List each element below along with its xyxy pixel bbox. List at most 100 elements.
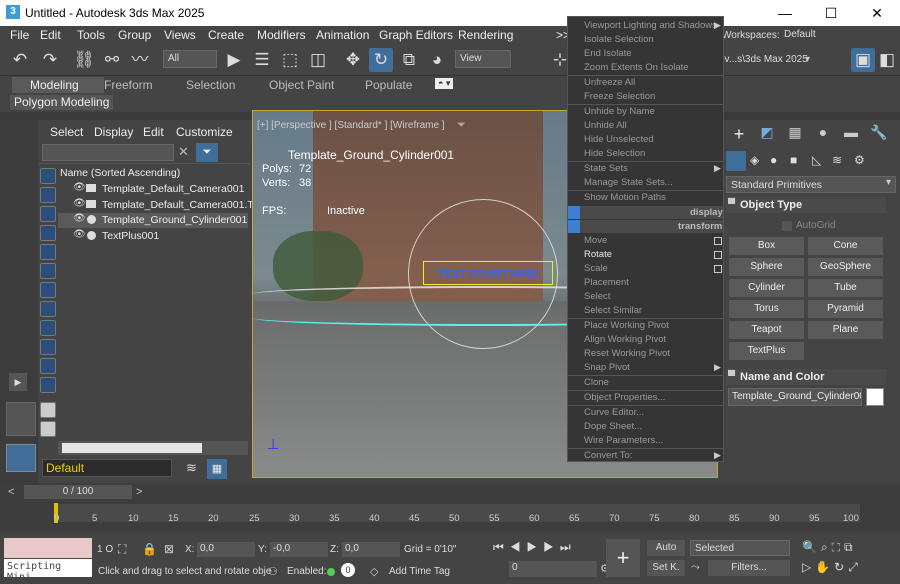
- layer-explorer-icon[interactable]: ▦: [207, 459, 227, 479]
- quad-item[interactable]: Clone: [584, 377, 609, 388]
- filter-xrefs-icon[interactable]: [40, 301, 56, 317]
- quad-item[interactable]: Show Motion Paths: [584, 192, 666, 203]
- quad-item[interactable]: Unfreeze All: [584, 77, 635, 88]
- menu-graph-editors[interactable]: Graph Editors: [379, 28, 453, 42]
- cameras-category-icon[interactable]: ■: [790, 153, 797, 167]
- ribbon-options-icon[interactable]: ◓ ▾: [435, 78, 454, 89]
- plane-button[interactable]: Plane: [808, 321, 883, 339]
- window-crossing-icon[interactable]: ◫: [306, 48, 330, 72]
- explorer-menu-customize[interactable]: Customize: [176, 125, 233, 139]
- quad-item[interactable]: Unhide All: [584, 120, 627, 131]
- filter-geometry-icon[interactable]: [40, 168, 56, 184]
- quad-item[interactable]: Placement: [584, 277, 629, 288]
- spacewarps-category-icon[interactable]: ≋: [832, 153, 842, 167]
- tag-icon[interactable]: ◇: [370, 565, 378, 578]
- add-time-tag[interactable]: Add Time Tag: [389, 566, 450, 577]
- isolate-icon[interactable]: ⛶: [118, 542, 126, 557]
- quad-item[interactable]: Convert To:: [584, 450, 632, 461]
- filters-button[interactable]: Filters...: [708, 560, 790, 576]
- time-prev-icon[interactable]: <: [8, 486, 14, 498]
- settings-box-icon[interactable]: [714, 251, 722, 259]
- scrollbar-thumb[interactable]: [62, 443, 202, 453]
- quad-item[interactable]: Move: [584, 235, 607, 246]
- maxscript-listener[interactable]: [4, 538, 92, 558]
- selection-filter-dropdown[interactable]: All: [163, 50, 217, 68]
- tab-object-paint[interactable]: Object Paint: [269, 78, 334, 92]
- quad-item[interactable]: Snap Pivot: [584, 362, 630, 373]
- quad-item[interactable]: Curve Editor...: [584, 407, 644, 418]
- x-field[interactable]: 0,0: [197, 542, 255, 557]
- quad-item[interactable]: Manage State Sets...: [584, 177, 673, 188]
- menu-edit[interactable]: Edit: [40, 28, 61, 42]
- reference-coord-dropdown[interactable]: View: [455, 50, 511, 68]
- settings-box-icon[interactable]: [714, 237, 722, 245]
- select-object-icon[interactable]: ▶: [222, 48, 246, 72]
- visibility-eye-icon[interactable]: 👁: [73, 182, 86, 193]
- helpers-category-icon[interactable]: ◺: [812, 153, 821, 167]
- quad-item[interactable]: Isolate Selection: [584, 34, 654, 45]
- menu-animation[interactable]: Animation: [316, 28, 369, 42]
- textplus-button[interactable]: TextPlus: [729, 342, 804, 360]
- quad-item[interactable]: Align Working Pivot: [584, 334, 666, 345]
- polygon-modeling-tab[interactable]: Polygon Modeling: [10, 95, 114, 110]
- menu-views[interactable]: Views: [164, 28, 196, 42]
- bind-space-warp-icon[interactable]: 〰: [128, 48, 152, 72]
- workspaces-dropdown[interactable]: Default: [780, 27, 892, 45]
- unlink-icon[interactable]: ⚯: [100, 48, 124, 72]
- quad-item[interactable]: Wire Parameters...: [584, 435, 663, 446]
- auto-key-button[interactable]: Auto: [647, 540, 685, 556]
- chevron-down-icon[interactable]: ▾: [805, 54, 810, 65]
- quad-item[interactable]: State Sets: [584, 163, 628, 174]
- visibility-eye-icon[interactable]: 👁: [73, 229, 86, 240]
- pyramid-button[interactable]: Pyramid: [808, 300, 883, 318]
- explorer-search-input[interactable]: [42, 144, 174, 161]
- rotate-icon[interactable]: ↻: [369, 48, 393, 72]
- rect-selection-icon[interactable]: ⬚: [278, 48, 302, 72]
- set-key-button[interactable]: Set K.: [647, 560, 685, 576]
- menu-rendering[interactable]: Rendering: [458, 28, 513, 42]
- filter-none-icon[interactable]: [40, 421, 56, 437]
- filter-spacewarps-icon[interactable]: [40, 263, 56, 279]
- panel-toggle-icon[interactable]: ◧: [875, 48, 899, 72]
- quad-item[interactable]: Unhide by Name: [584, 106, 655, 117]
- menu-group[interactable]: Group: [118, 28, 151, 42]
- adaptive-degradation-icon[interactable]: ⚇: [268, 565, 278, 578]
- quad-item[interactable]: Reset Working Pivot: [584, 348, 670, 359]
- quad-item[interactable]: Hide Unselected: [584, 134, 654, 145]
- systems-category-icon[interactable]: ⚙: [854, 153, 865, 167]
- playback-controls-icon[interactable]: ⏮◀▶▶⏭: [493, 540, 577, 555]
- object-name-field[interactable]: Template_Ground_Cylinder001: [728, 388, 862, 406]
- torus-button[interactable]: Torus: [729, 300, 804, 318]
- motion-tab-icon[interactable]: ●: [812, 124, 834, 146]
- filter-hidden-icon[interactable]: [40, 377, 56, 393]
- quad-item-active[interactable]: Rotate: [584, 249, 612, 260]
- box-button[interactable]: Box: [729, 237, 804, 255]
- quad-item[interactable]: Zoom Extents On Isolate: [584, 62, 689, 73]
- rollout-toggle-icon[interactable]: ▀: [728, 199, 735, 210]
- lights-category-icon[interactable]: ●: [770, 153, 777, 167]
- tab-populate[interactable]: Populate: [365, 78, 412, 92]
- filter-groups-icon[interactable]: [40, 282, 56, 298]
- menu-create[interactable]: Create: [208, 28, 244, 42]
- maximize-button[interactable]: ☐: [808, 0, 854, 26]
- scripting-mini[interactable]: Scripting Mini: [4, 559, 92, 583]
- quad-item[interactable]: Select Similar: [584, 305, 642, 316]
- z-field[interactable]: 0,0: [342, 542, 400, 557]
- quad-item[interactable]: Object Properties...: [584, 392, 665, 403]
- quad-item[interactable]: Place Working Pivot: [584, 320, 669, 331]
- viewport-layout-icon[interactable]: [6, 402, 36, 436]
- menu-modifiers[interactable]: Modifiers: [257, 28, 306, 42]
- geosphere-button[interactable]: GeoSphere: [808, 258, 883, 276]
- explorer-menu-edit[interactable]: Edit: [143, 125, 164, 139]
- explorer-menu-select[interactable]: Select: [50, 125, 83, 139]
- primitives-dropdown[interactable]: Standard Primitives: [726, 176, 896, 193]
- filter-frozen-icon[interactable]: [40, 358, 56, 374]
- sphere-button[interactable]: Sphere: [729, 258, 804, 276]
- clear-search-icon[interactable]: ✕: [178, 144, 192, 161]
- cylinder-button[interactable]: Cylinder: [729, 279, 804, 297]
- menu-tools[interactable]: Tools: [77, 28, 105, 42]
- redo-icon[interactable]: ↷: [38, 48, 62, 72]
- lock-icon[interactable]: 🔒: [142, 542, 157, 556]
- time-tag-icon[interactable]: 0: [341, 563, 355, 577]
- filter-containers-icon[interactable]: [40, 339, 56, 355]
